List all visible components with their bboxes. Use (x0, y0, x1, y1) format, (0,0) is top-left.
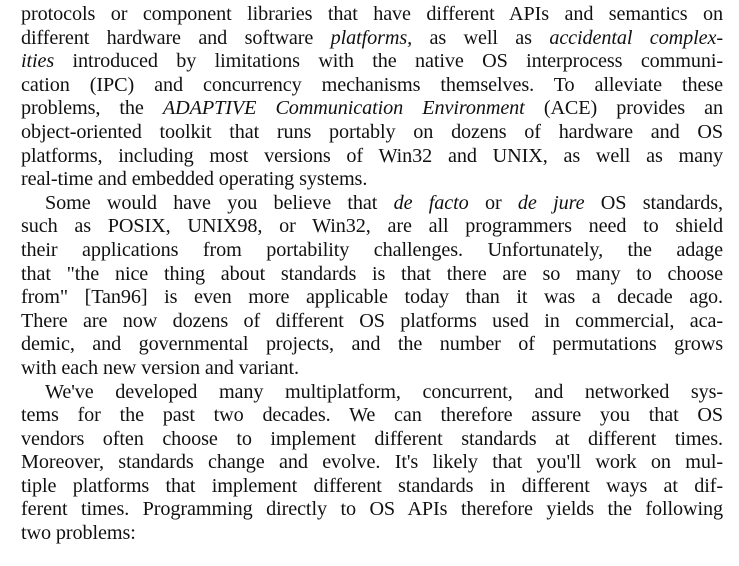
text-line: tiple platforms that implement different… (21, 475, 723, 499)
paragraph: Some would have you believe that de fact… (21, 192, 723, 381)
text-line: Moreover, standards change and evolve. I… (21, 451, 723, 475)
italic-text: de jure (517, 191, 585, 214)
text-run: ferent times. Programming directly to OS… (21, 498, 723, 521)
text-run: that "the nice thing about standards is … (21, 262, 723, 285)
text-line: We've developed many multiplatform, conc… (21, 381, 723, 405)
text-run: Some would have you believe that (45, 191, 394, 214)
text-line: There are now dozens of different OS pla… (21, 310, 723, 334)
text-line: ferent times. Programming directly to OS… (21, 498, 723, 522)
text-run: different hardware and software (21, 26, 331, 49)
text-run: object-oriented toolkit that runs portab… (21, 120, 723, 143)
text-line: two problems: (21, 522, 723, 546)
text-line: platforms, including most versions of Wi… (21, 145, 723, 169)
text-line: ities introduced by limitations with the… (21, 50, 723, 74)
text-run: as well as (412, 26, 550, 49)
paragraph: protocols or component libraries that ha… (21, 3, 723, 192)
text-line: their applications from portability chal… (21, 239, 723, 263)
text-line: that "the nice thing about standards is … (21, 263, 723, 287)
text-line: vendors often choose to implement differ… (21, 428, 723, 452)
text-line: such as POSIX, UNIX98, or Win32, are all… (21, 215, 723, 239)
text-line: protocols or component libraries that ha… (21, 3, 723, 27)
text-run: OS standards, (584, 191, 724, 214)
text-run: their applications from portability chal… (21, 238, 723, 261)
text-run: (ACE) provides an (524, 97, 723, 120)
document-page: protocols or component libraries that ha… (0, 0, 739, 566)
text-line: from" [Tan96] is even more applicable to… (21, 286, 723, 310)
text-run: introduced by limitations with the nativ… (54, 50, 724, 73)
text-run: such as POSIX, UNIX98, or Win32, are all… (21, 215, 723, 238)
text-run: We've developed many multiplatform, conc… (45, 380, 723, 403)
text-run: protocols or component libraries that ha… (21, 3, 723, 25)
text-line: Some would have you believe that de fact… (21, 192, 723, 216)
text-line: tems for the past two decades. We can th… (21, 404, 723, 428)
text-line: real-time and embedded operating systems… (21, 168, 723, 192)
text-run: cation (IPC) and concurrency mechanisms … (21, 73, 723, 96)
text-line: different hardware and software platform… (21, 27, 723, 51)
italic-text: accidental complex- (549, 26, 723, 49)
text-run: platforms, including most versions of Wi… (21, 144, 723, 167)
text-run: with each new version and variant. (21, 356, 300, 379)
text-line: cation (IPC) and concurrency mechanisms … (21, 74, 723, 98)
paragraph: We've developed many multiplatform, conc… (21, 381, 723, 546)
italic-text: ADAPTIVE Communication Environment (162, 97, 525, 120)
text-run: problems, the (21, 97, 163, 120)
italic-text: platforms, (330, 26, 413, 49)
text-line: object-oriented toolkit that runs portab… (21, 121, 723, 145)
text-run: from" [Tan96] is even more applicable to… (21, 286, 723, 309)
text-line: demic, and governmental projects, and th… (21, 333, 723, 357)
text-run: There are now dozens of different OS pla… (21, 309, 723, 332)
text-run: real-time and embedded operating systems… (21, 168, 368, 191)
text-run: demic, and governmental projects, and th… (21, 333, 723, 356)
text-run: tems for the past two decades. We can th… (21, 404, 723, 427)
text-run: or (468, 191, 518, 214)
body-text: protocols or component libraries that ha… (21, 3, 723, 546)
text-run: vendors often choose to implement differ… (21, 427, 723, 450)
text-run: two problems: (21, 522, 136, 545)
italic-text: de facto (393, 191, 469, 214)
text-run: Moreover, standards change and evolve. I… (21, 451, 723, 474)
italic-text: ities (21, 50, 55, 73)
text-run: tiple platforms that implement different… (21, 474, 723, 497)
text-line: with each new version and variant. (21, 357, 723, 381)
text-line: problems, the ADAPTIVE Communication Env… (21, 97, 723, 121)
